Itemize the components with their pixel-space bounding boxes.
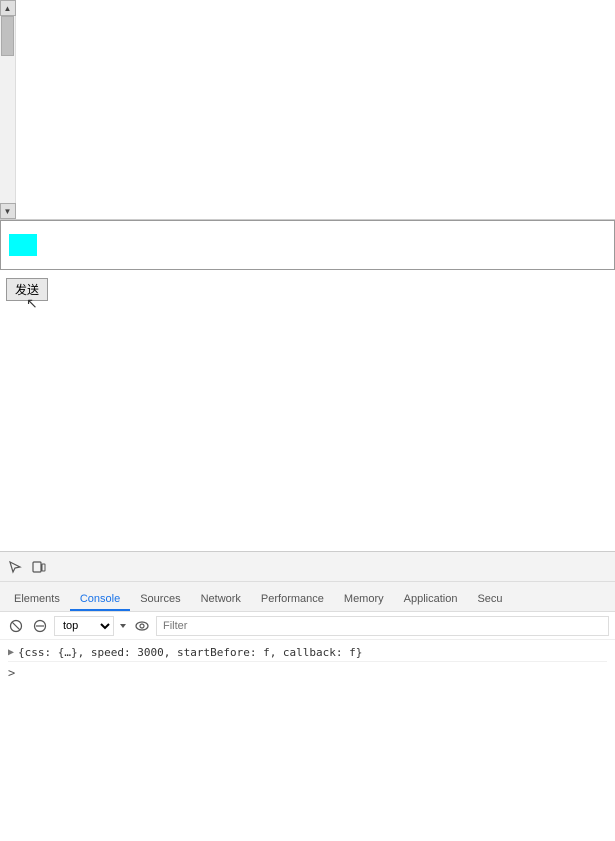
console-log-entry: ▶ {css: {…}, speed: 3000, startBefore: f… <box>8 644 607 662</box>
eye-icon[interactable] <box>132 616 152 636</box>
clear-console-button[interactable] <box>6 616 26 636</box>
tab-elements[interactable]: Elements <box>4 589 70 611</box>
console-prompt: > <box>8 662 607 684</box>
devtools-toolbar <box>0 552 615 582</box>
scroll-down-arrow[interactable]: ▼ <box>0 203 16 219</box>
console-content: ▶ {css: {…}, speed: 3000, startBefore: f… <box>0 640 615 688</box>
middle-area <box>0 310 615 550</box>
tab-sources[interactable]: Sources <box>130 589 190 611</box>
scroll-track[interactable] <box>0 16 15 203</box>
cyan-color-block <box>9 234 37 256</box>
console-toolbar: top <box>0 612 615 640</box>
device-toolbar-icon[interactable] <box>28 556 50 578</box>
inspect-element-icon[interactable] <box>4 556 26 578</box>
tab-console[interactable]: Console <box>70 589 130 611</box>
context-select[interactable]: top <box>54 616 114 636</box>
tab-performance[interactable]: Performance <box>251 589 334 611</box>
tab-memory[interactable]: Memory <box>334 589 394 611</box>
send-button[interactable]: 发送 <box>6 278 48 301</box>
prompt-symbol: > <box>8 666 15 680</box>
scroll-up-arrow[interactable]: ▲ <box>0 0 16 16</box>
scroll-thumb[interactable] <box>1 16 14 56</box>
filter-input[interactable] <box>156 616 609 636</box>
devtools-panel: Elements Console Sources Network Perform… <box>0 551 615 841</box>
devtools-tabs: Elements Console Sources Network Perform… <box>0 582 615 612</box>
block-icon[interactable] <box>30 616 50 636</box>
tab-network[interactable]: Network <box>191 589 251 611</box>
tab-application[interactable]: Application <box>394 589 468 611</box>
scrollbar[interactable]: ▲ ▼ <box>0 0 16 219</box>
send-button-area: 发送 <box>0 274 54 305</box>
input-area[interactable] <box>0 220 615 270</box>
top-panel: ▲ ▼ <box>0 0 615 220</box>
log-text: {css: {…}, speed: 3000, startBefore: f, … <box>18 646 362 659</box>
dropdown-arrow-icon <box>118 621 128 631</box>
expand-triangle[interactable]: ▶ <box>8 647 14 658</box>
tab-security[interactable]: Secu <box>467 589 512 611</box>
